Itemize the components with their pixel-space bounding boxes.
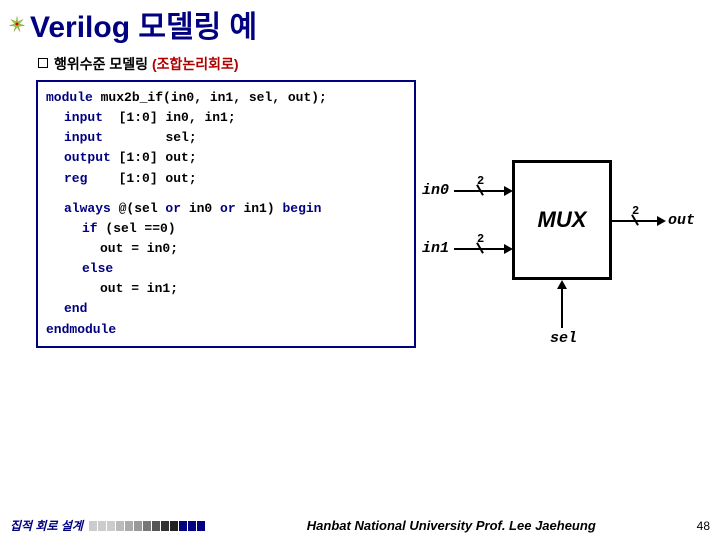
mux-diagram: MUX in0 2 in1 2 out 2 sel: [422, 160, 692, 380]
slide-subhead: 행위수준 모델링 (조합논리회로): [38, 54, 720, 74]
slide-footer: 집적 회로 설계 Hanbat National University Prof…: [0, 517, 720, 534]
mux-box: MUX: [512, 160, 612, 280]
code-line: out = in0;: [46, 239, 406, 259]
footer-left: 집적 회로 설계: [10, 517, 206, 534]
code-line: endmodule: [46, 320, 406, 340]
code-line: reg [1:0] out;: [46, 169, 406, 189]
code-line: if (sel ==0): [46, 219, 406, 239]
bus-width: 2: [477, 174, 484, 188]
code-line: else: [46, 259, 406, 279]
signal-label-in0: in0: [422, 182, 449, 199]
wire: [561, 288, 563, 328]
content-row: module mux2b_if(in0, in1, sel, out); inp…: [36, 80, 720, 380]
footer-center: Hanbat National University Prof. Lee Jae…: [206, 518, 697, 533]
code-box: module mux2b_if(in0, in1, sel, out); inp…: [36, 80, 416, 348]
signal-label-out: out: [668, 212, 695, 229]
arrow-icon: [557, 280, 567, 289]
code-line: module mux2b_if(in0, in1, sel, out);: [46, 88, 406, 108]
code-line: end: [46, 299, 406, 319]
code-line: out = in1;: [46, 279, 406, 299]
arrow-icon: [504, 186, 513, 196]
arrow-icon: [504, 244, 513, 254]
signal-label-in1: in1: [422, 240, 449, 257]
subhead-black: 행위수준 모델링: [54, 56, 152, 72]
gradient-bars-icon: [89, 521, 206, 531]
bus-width: 2: [477, 232, 484, 246]
slide-title-row: Verilog 모델링 예: [0, 0, 720, 46]
code-line: input [1:0] in0, in1;: [46, 108, 406, 128]
footer-left-text: 집적 회로 설계: [10, 517, 83, 534]
signal-label-sel: sel: [550, 330, 577, 347]
subhead-red: (조합논리회로): [152, 56, 239, 72]
bus-width: 2: [632, 204, 639, 218]
page-number: 48: [697, 519, 710, 533]
code-line: input sel;: [46, 128, 406, 148]
bullet-star-icon: [8, 15, 26, 33]
code-line: always @(sel or in0 or in1) begin: [46, 199, 406, 219]
arrow-icon: [657, 216, 666, 226]
bullet-square-icon: [38, 58, 48, 68]
code-line: output [1:0] out;: [46, 148, 406, 168]
slide-title: Verilog 모델링 예: [30, 2, 257, 46]
